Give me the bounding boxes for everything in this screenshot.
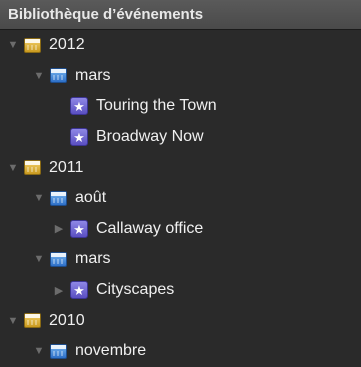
disclosure-triangle-expanded-icon[interactable]: ▼ xyxy=(6,315,20,327)
event-library-panel: Bibliothèque d’événements ▼ 2012 ▼ mars … xyxy=(0,0,361,367)
tree-item-label: 2010 xyxy=(49,311,85,329)
event-tree: ▼ 2012 ▼ mars ★ Touring the Town ★ Broad… xyxy=(0,30,361,367)
tree-item-month-novembre-2010[interactable]: ▼ novembre xyxy=(0,336,361,367)
panel-header: Bibliothèque d’événements xyxy=(0,0,361,30)
month-calendar-icon xyxy=(50,343,67,359)
tree-item-year-2010[interactable]: ▼ 2010 xyxy=(0,305,361,336)
event-star-icon: ★ xyxy=(70,219,88,238)
disclosure-triangle-expanded-icon[interactable]: ▼ xyxy=(32,70,46,82)
tree-item-event-broadway-now[interactable]: ★ Broadway Now xyxy=(0,122,361,153)
event-star-icon: ★ xyxy=(70,97,88,116)
tree-item-label: novembre xyxy=(75,342,147,360)
month-calendar-icon xyxy=(50,251,67,267)
tree-item-month-aout-2011[interactable]: ▼ août xyxy=(0,183,361,214)
disclosure-triangle-expanded-icon[interactable]: ▼ xyxy=(6,162,20,174)
tree-item-label: mars xyxy=(75,66,111,84)
tree-item-label: Touring the Town xyxy=(96,97,217,115)
disclosure-triangle-expanded-icon[interactable]: ▼ xyxy=(32,345,46,357)
disclosure-triangle-expanded-icon[interactable]: ▼ xyxy=(6,39,20,51)
tree-item-year-2011[interactable]: ▼ 2011 xyxy=(0,152,361,183)
month-calendar-icon xyxy=(50,190,67,206)
tree-item-event-cityscapes[interactable]: ▶ ★ Cityscapes xyxy=(0,275,361,306)
event-star-icon: ★ xyxy=(70,128,88,147)
panel-title: Bibliothèque d’événements xyxy=(8,6,204,23)
tree-item-label: 2012 xyxy=(49,36,85,54)
tree-item-year-2012[interactable]: ▼ 2012 xyxy=(0,30,361,61)
tree-item-label: Callaway office xyxy=(96,219,204,237)
tree-item-month-mars-2011[interactable]: ▼ mars xyxy=(0,244,361,275)
tree-item-event-callaway-office[interactable]: ▶ ★ Callaway office xyxy=(0,214,361,245)
tree-item-event-touring-the-town[interactable]: ★ Touring the Town xyxy=(0,91,361,122)
disclosure-triangle-expanded-icon[interactable]: ▼ xyxy=(32,192,46,204)
tree-item-label: 2011 xyxy=(49,158,84,176)
month-calendar-icon xyxy=(50,68,67,84)
disclosure-triangle-expanded-icon[interactable]: ▼ xyxy=(32,253,46,265)
tree-item-label: mars xyxy=(75,250,111,268)
disclosure-triangle-collapsed-icon[interactable]: ▶ xyxy=(52,222,66,235)
year-calendar-icon xyxy=(24,37,41,53)
year-calendar-icon xyxy=(24,313,41,329)
tree-item-label: Broadway Now xyxy=(96,128,204,146)
tree-item-label: Cityscapes xyxy=(96,281,175,299)
tree-item-month-mars-2012[interactable]: ▼ mars xyxy=(0,61,361,92)
event-star-icon: ★ xyxy=(70,281,88,300)
tree-item-label: août xyxy=(75,189,107,207)
disclosure-triangle-collapsed-icon[interactable]: ▶ xyxy=(52,284,66,297)
year-calendar-icon xyxy=(24,160,41,176)
